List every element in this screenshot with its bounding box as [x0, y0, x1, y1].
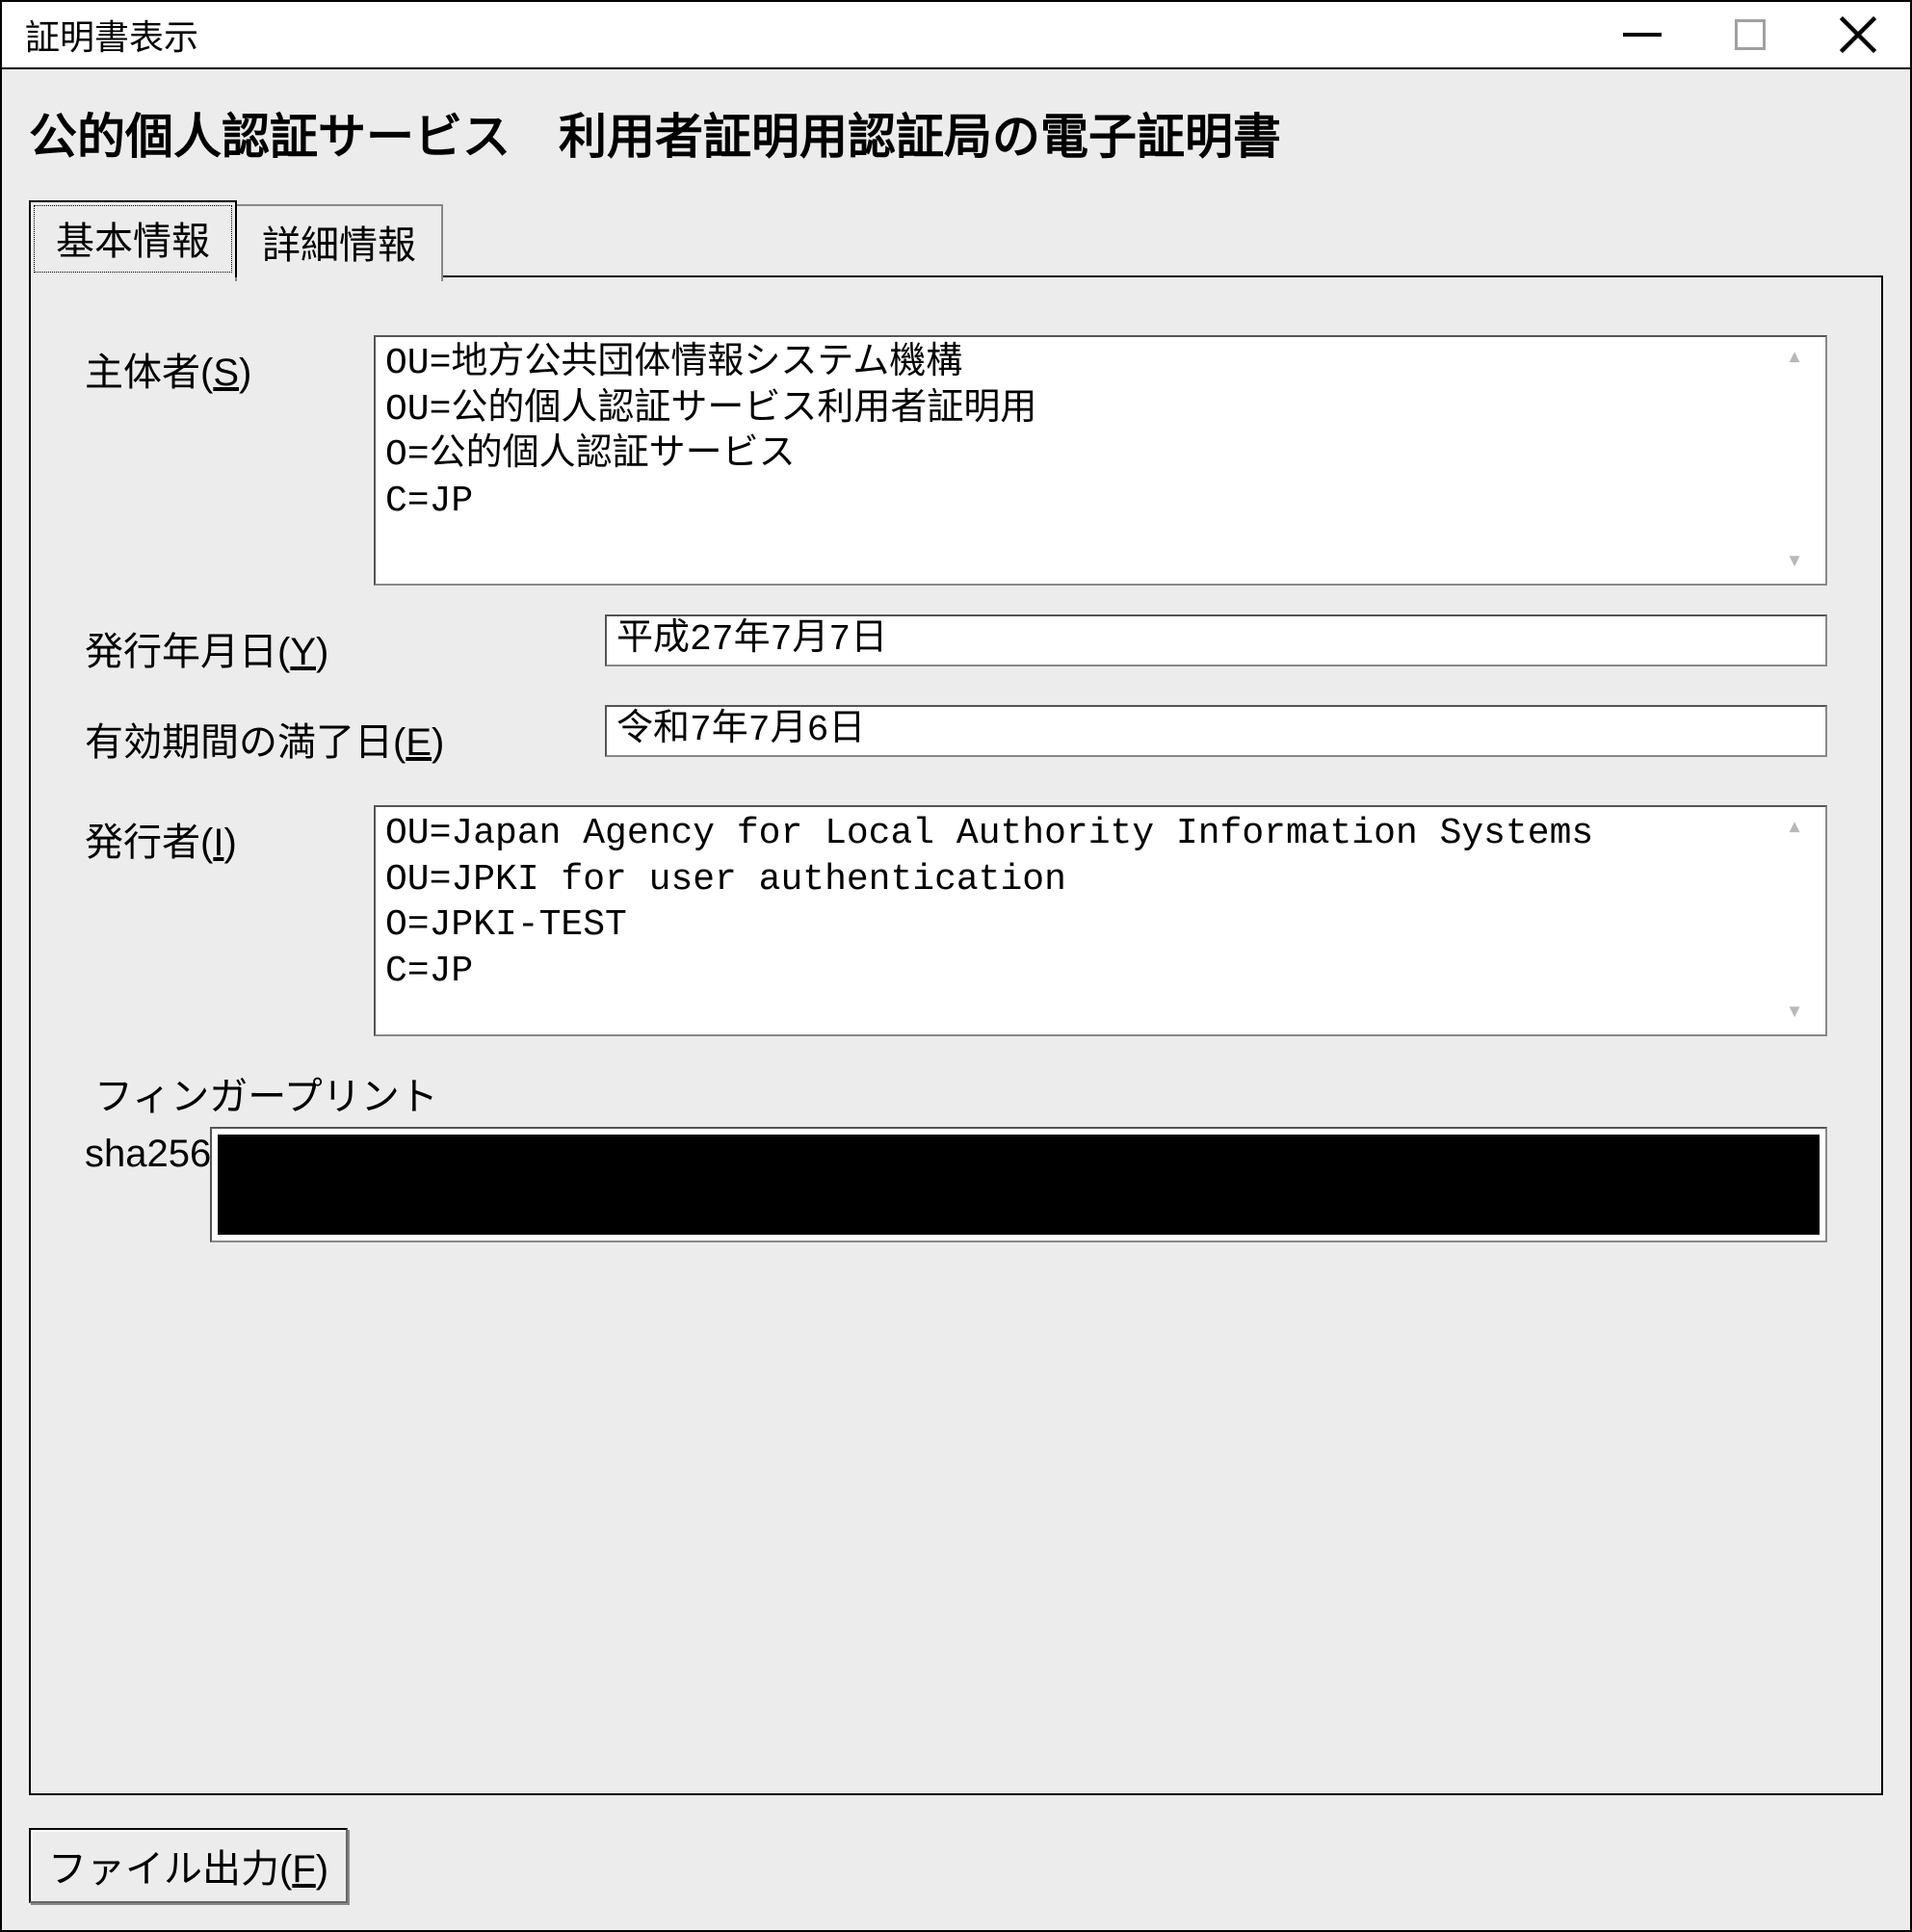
page-title: 公的個人認証サービス 利用者証明用認証局の電子証明書 — [29, 98, 1883, 168]
row-issuer: 発行者(I) OU=Japan Agency for Local Authori… — [85, 805, 1827, 1036]
tab-basic-info-label: 基本情報 — [56, 221, 210, 263]
label-issue-date-key: Y — [290, 631, 316, 673]
file-output-button-post: ) — [316, 1848, 328, 1891]
file-output-button-pre: ファイル出力( — [48, 1848, 292, 1891]
label-subject-post: ) — [239, 352, 251, 394]
tab-basic-info[interactable]: 基本情報 — [29, 200, 237, 277]
row-subject: 主体者(S) OU=地方公共団体情報システム機構 OU=公的個人認証サービス利用… — [85, 335, 1827, 586]
scroll-down-icon: ▾ — [1787, 549, 1803, 576]
label-expire-date-key: E — [406, 721, 432, 764]
window-title: 証明書表示 — [25, 10, 198, 60]
label-expire-date: 有効期間の満了日(E) — [85, 705, 605, 767]
label-issue-date-post: ) — [316, 631, 328, 673]
issuer-field-text: OU=Japan Agency for Local Authority Info… — [385, 811, 1773, 1031]
window-controls — [1621, 13, 1895, 56]
maximize-icon — [1735, 19, 1766, 50]
label-issue-date-pre: 発行年月日( — [85, 631, 290, 673]
subject-field[interactable]: OU=地方公共団体情報システム機構 OU=公的個人認証サービス利用者証明用 O=… — [374, 335, 1827, 586]
maximize-button[interactable] — [1729, 13, 1771, 56]
row-issue-date: 発行年月日(Y) 平成27年7月7日 — [85, 614, 1827, 676]
label-expire-date-post: ) — [432, 721, 444, 764]
fingerprint-row: sha256 — [85, 1127, 1827, 1242]
scroll-down-icon: ▾ — [1787, 1000, 1803, 1027]
label-issuer-post: ) — [223, 822, 236, 864]
tab-detail-info-label: 詳細情報 — [262, 224, 416, 267]
scroll-up-icon: ▴ — [1787, 815, 1803, 842]
tab-detail-info[interactable]: 詳細情報 — [235, 204, 443, 281]
subject-scrollbar[interactable]: ▴ ▾ — [1773, 341, 1816, 580]
file-output-button[interactable]: ファイル出力(F) — [29, 1828, 348, 1903]
tabstrip: 基本情報 詳細情報 — [29, 198, 1883, 275]
close-button[interactable] — [1837, 13, 1879, 56]
file-output-button-key: F — [292, 1848, 315, 1891]
tab-panel-basic: 主体者(S) OU=地方公共団体情報システム機構 OU=公的個人認証サービス利用… — [29, 275, 1883, 1795]
fingerprint-redacted — [218, 1135, 1820, 1235]
bottom-bar: ファイル出力(F) — [29, 1816, 1883, 1903]
label-subject: 主体者(S) — [85, 335, 374, 397]
issue-date-field[interactable]: 平成27年7月7日 — [605, 614, 1827, 666]
minimize-button[interactable] — [1621, 13, 1663, 56]
scroll-up-icon: ▴ — [1787, 345, 1803, 372]
subject-field-text: OU=地方公共団体情報システム機構 OU=公的個人認証サービス利用者証明用 O=… — [385, 341, 1773, 580]
row-fingerprint: フィンガープリント sha256 — [85, 1065, 1827, 1242]
issuer-field[interactable]: OU=Japan Agency for Local Authority Info… — [374, 805, 1827, 1036]
label-issuer: 発行者(I) — [85, 805, 374, 867]
label-subject-key: S — [213, 352, 239, 394]
client-area: 公的個人認証サービス 利用者証明用認証局の電子証明書 基本情報 詳細情報 主体者… — [2, 69, 1910, 1930]
label-subject-pre: 主体者( — [85, 352, 213, 394]
close-icon — [1837, 13, 1879, 56]
label-issuer-key: I — [213, 822, 223, 864]
label-fingerprint-alg: sha256 — [85, 1127, 210, 1242]
label-issuer-pre: 発行者( — [85, 822, 213, 864]
issuer-scrollbar[interactable]: ▴ ▾ — [1773, 811, 1816, 1031]
label-issue-date: 発行年月日(Y) — [85, 614, 605, 676]
certificate-window: 証明書表示 公的個人認証サービス 利用者証明用認証局の電子証明書 基本情報 — [0, 0, 1912, 1932]
label-expire-date-pre: 有効期間の満了日( — [85, 721, 406, 764]
minimize-icon — [1623, 33, 1662, 37]
tab-container: 基本情報 詳細情報 主体者(S) OU=地方公共団体情報システム機構 OU=公的… — [29, 198, 1883, 1795]
row-expire-date: 有効期間の満了日(E) 令和7年7月6日 — [85, 705, 1827, 767]
fingerprint-field[interactable] — [210, 1127, 1827, 1242]
expire-date-field[interactable]: 令和7年7月6日 — [605, 705, 1827, 757]
label-fingerprint: フィンガープリント — [94, 1065, 1827, 1121]
titlebar: 証明書表示 — [2, 2, 1910, 69]
